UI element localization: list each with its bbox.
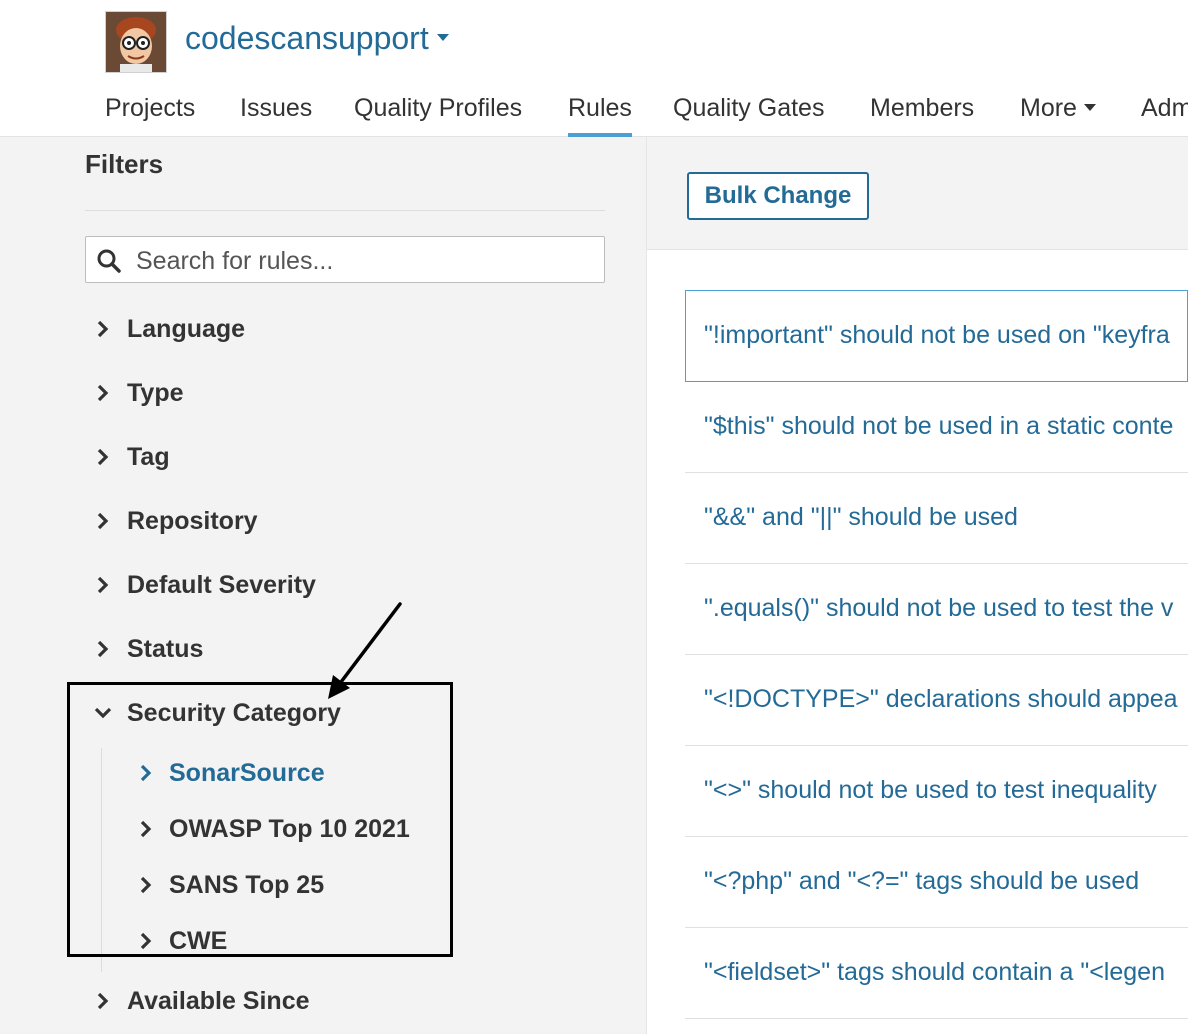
nav-issues[interactable]: Issues bbox=[240, 94, 312, 123]
rule-row[interactable]: "<>" should not be used to test inequali… bbox=[685, 746, 1188, 837]
chevron-right-icon bbox=[140, 764, 152, 782]
facet-type[interactable]: Type bbox=[94, 373, 184, 413]
subfacet-owasp-top-10-2021[interactable]: OWASP Top 10 2021 bbox=[137, 809, 410, 849]
facet-label: Default Severity bbox=[127, 570, 316, 599]
rule-title: "<?php" and "<?=" tags should be used bbox=[704, 867, 1140, 895]
nav-label: Quality Gates bbox=[673, 94, 825, 122]
rule-title: "<>" should not be used to test inequali… bbox=[704, 776, 1157, 804]
nav-label: Quality Profiles bbox=[354, 94, 523, 122]
top-header: codescansupport Projects Issues Quality … bbox=[0, 0, 1188, 138]
nav-more[interactable]: More bbox=[1020, 94, 1096, 123]
facet-label: Repository bbox=[127, 506, 258, 535]
divider bbox=[85, 210, 605, 211]
rule-row[interactable]: "$this" should not be used in a static c… bbox=[685, 382, 1188, 473]
chevron-down-icon bbox=[1083, 103, 1096, 111]
facet-label: Available Since bbox=[127, 986, 310, 1015]
facet-label: Tag bbox=[127, 442, 170, 471]
chevron-down-icon bbox=[94, 707, 112, 719]
rules-list: "!important" should not be used on "keyf… bbox=[685, 290, 1188, 1019]
rule-row[interactable]: "!important" should not be used on "keyf… bbox=[685, 290, 1188, 382]
nav-label: Projects bbox=[105, 94, 196, 122]
rule-title: "$this" should not be used in a static c… bbox=[704, 412, 1174, 440]
chevron-right-icon bbox=[97, 512, 109, 530]
nav-projects[interactable]: Projects bbox=[105, 94, 195, 123]
rule-title: "<fieldset>" tags should contain a "<leg… bbox=[704, 958, 1165, 986]
rules-toolbar: Bulk Change bbox=[647, 137, 1188, 250]
chevron-down-icon bbox=[436, 34, 449, 42]
rule-title: ".equals()" should not be used to test t… bbox=[704, 594, 1174, 622]
facet-status[interactable]: Status bbox=[94, 629, 203, 669]
nav-label: Members bbox=[870, 94, 975, 122]
facet-label: Language bbox=[127, 314, 246, 343]
facet-label: Type bbox=[127, 378, 184, 407]
filters-title: Filters bbox=[85, 149, 164, 179]
chevron-right-icon bbox=[97, 384, 109, 402]
nav-label: More bbox=[1020, 94, 1077, 122]
chevron-right-icon bbox=[97, 576, 109, 594]
org-name: codescansupport bbox=[185, 20, 429, 56]
chevron-right-icon bbox=[140, 932, 152, 950]
avatar-image bbox=[106, 12, 166, 72]
rule-row[interactable]: "<?php" and "<?=" tags should be used bbox=[685, 837, 1188, 928]
subitem-guide-line bbox=[101, 748, 102, 972]
rule-title: "&&" and "||" should be used bbox=[704, 503, 1018, 531]
org-switcher[interactable]: codescansupport bbox=[185, 20, 449, 57]
nav-quality-gates[interactable]: Quality Gates bbox=[673, 94, 824, 123]
nav-administration[interactable]: Adm bbox=[1141, 94, 1188, 123]
facet-available-since[interactable]: Available Since bbox=[94, 981, 310, 1021]
subfacet-cwe[interactable]: CWE bbox=[137, 921, 227, 961]
facet-security-category[interactable]: Security Category bbox=[94, 693, 341, 733]
search-icon bbox=[97, 249, 121, 273]
org-avatar[interactable] bbox=[105, 11, 167, 73]
chevron-right-icon bbox=[97, 448, 109, 466]
subfacet-sonarsource[interactable]: SonarSource bbox=[137, 753, 325, 793]
bulk-change-button[interactable]: Bulk Change bbox=[687, 172, 869, 220]
rule-row[interactable]: "<!DOCTYPE>" declarations should appea bbox=[685, 655, 1188, 746]
subfacet-label: OWASP Top 10 2021 bbox=[169, 814, 410, 843]
nav-quality-profiles[interactable]: Quality Profiles bbox=[354, 94, 522, 123]
facet-label: Status bbox=[127, 634, 204, 663]
chevron-right-icon bbox=[140, 876, 152, 894]
search-input[interactable] bbox=[134, 243, 598, 279]
facet-repository[interactable]: Repository bbox=[94, 501, 258, 541]
chevron-right-icon bbox=[97, 320, 109, 338]
subfacet-label: CWE bbox=[169, 926, 228, 955]
rule-title: "!important" should not be used on "keyf… bbox=[704, 321, 1170, 349]
chevron-right-icon bbox=[97, 640, 109, 658]
subfacet-sans-top-25[interactable]: SANS Top 25 bbox=[137, 865, 324, 905]
rule-search-box[interactable] bbox=[85, 236, 605, 283]
subfacet-label: SANS Top 25 bbox=[169, 870, 325, 899]
nav-label: Rules bbox=[568, 94, 632, 122]
subfacet-label: SonarSource bbox=[169, 758, 325, 787]
rule-row[interactable]: "&&" and "||" should be used bbox=[685, 473, 1188, 564]
nav-label: Issues bbox=[240, 94, 313, 122]
facet-default-severity[interactable]: Default Severity bbox=[94, 565, 316, 605]
rule-row[interactable]: ".equals()" should not be used to test t… bbox=[685, 564, 1188, 655]
chevron-right-icon bbox=[140, 820, 152, 838]
chevron-right-icon bbox=[97, 992, 109, 1010]
nav-rules[interactable]: Rules bbox=[568, 94, 632, 138]
nav-label: Adm bbox=[1141, 94, 1188, 122]
filters-sidebar: Filters Language Type Tag Repository Def… bbox=[0, 137, 647, 1034]
rule-title: "<!DOCTYPE>" declarations should appea bbox=[704, 685, 1178, 713]
rule-row[interactable]: "<fieldset>" tags should contain a "<leg… bbox=[685, 928, 1188, 1019]
nav-members[interactable]: Members bbox=[870, 94, 974, 123]
facet-label: Security Category bbox=[127, 698, 341, 727]
facet-tag[interactable]: Tag bbox=[94, 437, 170, 477]
facet-language[interactable]: Language bbox=[94, 309, 245, 349]
main-nav: Projects Issues Quality Profiles Rules Q… bbox=[0, 90, 1188, 138]
